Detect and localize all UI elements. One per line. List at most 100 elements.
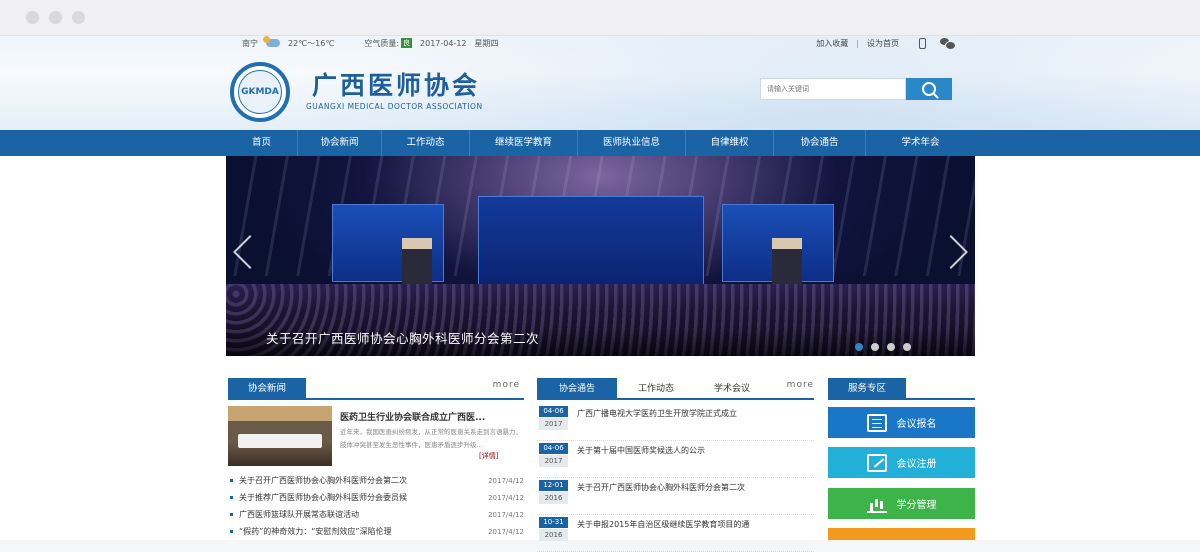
featured-news-detail-link[interactable]: [详情] [479,451,498,461]
notice-title: 关于召开广西医师协会心胸外科医师分会第二次 [577,483,745,492]
weekday: 星期四 [474,38,499,48]
window-titlebar [0,0,1200,36]
notice-date-md: 12-01 [539,480,568,491]
edit-icon [866,453,887,472]
partly-cloudy-icon [263,36,280,47]
notices-more-link[interactable]: more [787,380,814,390]
temperature: 22℃～16℃ [288,38,335,48]
service-button-partial[interactable] [828,528,975,540]
notice-date-year: 2017 [539,455,568,467]
header-background [0,36,1200,130]
news-tab[interactable]: 协会新闻 [228,378,306,400]
services-tab[interactable]: 服务专区 [828,378,906,400]
news-title: “假药”的神奇效力：“安慰剂效应”深陷伦理 [239,527,392,536]
nav-item-practice-info[interactable]: 医师执业信息 [578,130,686,156]
news-date: 2017/4/12 [488,493,524,502]
site-title: 广西医师协会 [312,71,481,100]
bullet-icon [230,496,233,499]
mobile-phone-icon[interactable] [919,37,926,49]
carousel-dot[interactable] [855,343,863,351]
banner-caption[interactable]: 关于召开广西医师协会心胸外科医师分会第二次 [266,328,539,347]
notice-date-year: 2016 [539,492,568,504]
notice-date-md: 04-06 [539,443,568,454]
bullet-icon [230,513,233,516]
carousel-next-arrow[interactable] [947,232,969,272]
news-date: 2017/4/12 [488,527,524,536]
list-item[interactable]: 04-06 2017 广西广播电视大学医药卫生开放学院正式成立 [537,404,814,441]
window-minimize-button[interactable] [49,11,62,24]
site-subtitle: GUANGXI MEDICAL DOCTOR ASSOCIATION [306,102,483,111]
news-list: 关于召开广西医师协会心胸外科医师分会第二次 2017/4/12 关于推荐广西医师协… [228,472,524,540]
nav-item-home[interactable]: 首页 [226,130,298,156]
topbar-separator: | [856,38,859,48]
add-favorite-link[interactable]: 加入收藏 [816,38,848,49]
nav-item-self-discipline[interactable]: 自律维权 [686,130,774,156]
notice-date-md: 10-31 [539,517,568,528]
featured-news-summary: 近年来，我国医患纠纷频发，从正常的医患关系走到言语暴力，肢体冲突甚至发生恶性事件… [340,428,522,449]
notice-title: 关于申报2015年自治区级继续医学教育项目的通 [577,520,750,529]
nav-item-notices[interactable]: 协会通告 [774,130,866,156]
list-item[interactable]: 关于推荐广西医师协会心胸外科医师分会委员候 2017/4/12 [228,489,524,506]
news-title: 关于召开广西医师协会心胸外科医师分会第二次 [239,476,407,485]
search-icon [922,82,936,96]
services-section-header: 服务专区 [828,378,975,400]
carousel-prev-arrow[interactable] [232,232,254,272]
bullet-icon [230,479,233,482]
news-title: 广西医师篮球队开展常态联谊活动 [239,510,359,519]
carousel-dot[interactable] [871,343,879,351]
carousel-dot[interactable] [903,343,911,351]
site-logo[interactable]: GKMDA [230,62,302,122]
notices-list: 04-06 2017 广西广播电视大学医药卫生开放学院正式成立 04-06 20… [537,404,814,552]
conference-signup-label: 会议报名 [896,419,937,430]
credit-management-button[interactable]: 学分管理 [828,488,975,519]
set-homepage-link[interactable]: 设为首页 [867,38,899,49]
credit-management-label: 学分管理 [896,500,937,511]
list-item[interactable]: 广西医师篮球队开展常态联谊活动 2017/4/12 [228,506,524,523]
browser-window: 南宁 22℃～16℃ 空气质量: 良 2017-04-12 星期四 加入收藏 |… [0,0,1200,552]
banner-carousel[interactable]: 关于召开广西医师协会心胸外科医师分会第二次 [226,156,975,356]
search-button[interactable] [906,78,952,100]
window-maximize-button[interactable] [72,11,85,24]
tab-notices[interactable]: 协会通告 [537,378,617,400]
carousel-indicators [855,343,911,351]
news-more-link[interactable]: more [493,380,520,390]
list-item[interactable]: 10-31 2016 关于申报2015年自治区级继续医学教育项目的通 [537,515,814,552]
window-close-button[interactable] [26,11,39,24]
search-bar [760,78,952,100]
search-input[interactable] [760,78,906,100]
list-item[interactable]: 04-06 2017 关于第十届中国医师奖候选人的公示 [537,441,814,478]
news-section-header: 协会新闻 more [228,378,524,400]
list-item[interactable]: 关于召开广西医师协会心胸外科医师分会第二次 2017/4/12 [228,472,524,489]
notices-tab-bar: 协会通告 工作动态 学术会议 more [537,378,814,400]
tab-work-updates[interactable]: 工作动态 [623,378,689,400]
nav-item-continuing-education[interactable]: 继续医学教育 [470,130,578,156]
logo-emblem: GKMDA [230,62,290,122]
wechat-icon[interactable] [940,38,956,50]
conference-register-button[interactable]: 会议注册 [828,447,975,478]
notice-date-year: 2017 [539,418,568,430]
notice-title: 广西广播电视大学医药卫生开放学院正式成立 [577,409,737,418]
conference-signup-button[interactable]: 会议报名 [828,407,975,438]
nav-item-work-updates[interactable]: 工作动态 [382,130,470,156]
list-item[interactable]: 12-01 2016 关于召开广西医师协会心胸外科医师分会第二次 [537,478,814,515]
tab-academic-meetings[interactable]: 学术会议 [699,378,765,400]
air-quality-label: 空气质量: [364,38,400,48]
logo-text: GKMDA [238,70,282,114]
notice-date-year: 2016 [539,529,568,541]
date: 2017-04-12 [420,38,467,48]
featured-news-title[interactable]: 医药卫生行业协会联合成立广西医... [340,410,485,423]
form-icon [866,413,887,432]
list-item[interactable]: “假药”的神奇效力：“安慰剂效应”深陷伦理 2017/4/12 [228,523,524,540]
news-title: 关于推荐广西医师协会心胸外科医师分会委员候 [239,493,407,502]
notice-date-md: 04-06 [539,406,568,417]
carousel-dot[interactable] [887,343,895,351]
bar-chart-icon [866,495,887,513]
conference-register-label: 会议注册 [896,459,937,470]
nav-item-annual-conference[interactable]: 学术年会 [866,130,975,156]
nav-item-association-news[interactable]: 协会新闻 [298,130,382,156]
topbar-links: 加入收藏 | 设为首页 [816,36,956,50]
main-nav: 首页 协会新闻 工作动态 继续医学教育 医师执业信息 自律维权 协会通告 学术年… [0,130,1200,156]
featured-news-image[interactable] [228,406,332,466]
banner-center-screen [478,196,704,288]
city-label: 南宁 [242,38,258,48]
